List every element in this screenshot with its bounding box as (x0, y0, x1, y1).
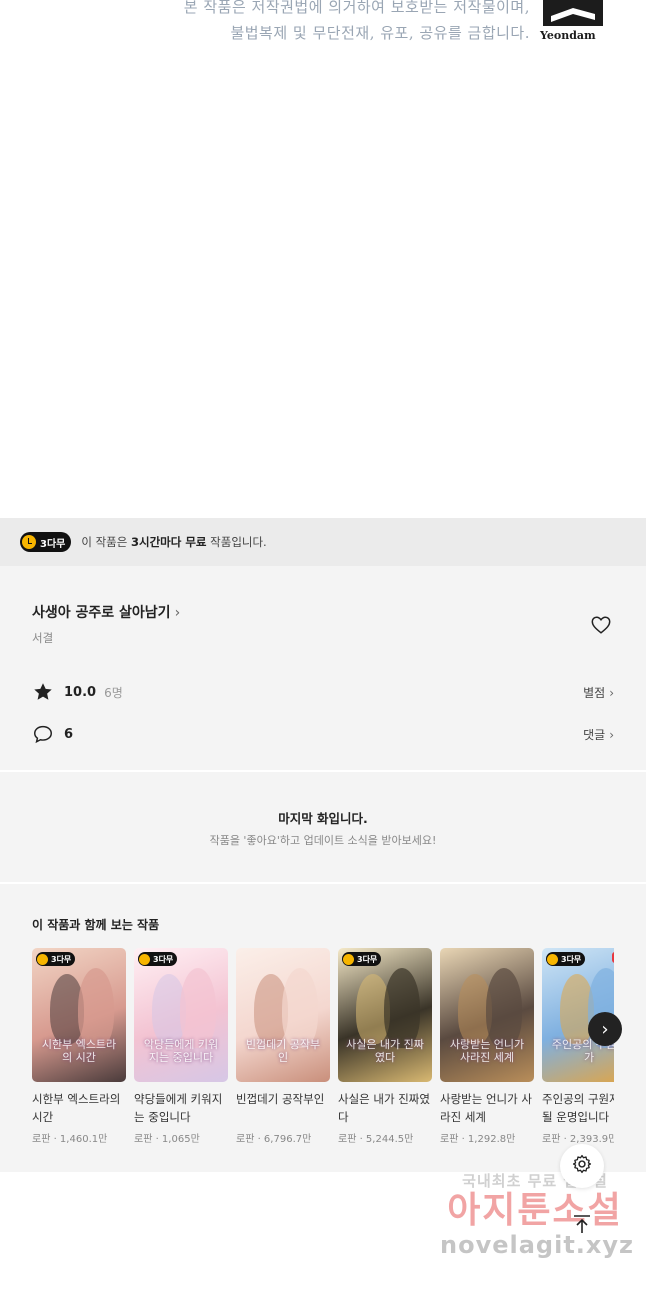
recommend-cover-image[interactable]: 3다무사실은 내가 진짜였다 (338, 948, 432, 1082)
rating-row: 10.0 6명 별점 › (32, 680, 614, 704)
recommend-meta: 로판 · 2,393.9만 (542, 1134, 614, 1145)
last-episode-heading: 마지막 화입니다. (278, 811, 368, 826)
recommend-meta: 로판 · 1,460.1만 (32, 1134, 108, 1145)
recommend-section: 이 작품과 함께 보는 작품 3다무 시한부 엑스트라의 시간 시한부 엑스트라의 … (0, 884, 646, 1172)
recommend-title[interactable]: 빈껍데기 공작부인 (236, 1090, 330, 1126)
rating-link[interactable]: 별점 › (583, 684, 614, 701)
work-title: 사생아 공주로 살아남기 (32, 605, 171, 621)
star-icon (32, 681, 54, 703)
copyright-line-2: 불법복제 및 무단전재, 유포, 공유를 금합니다. (230, 24, 530, 42)
gear-icon (571, 1153, 593, 1179)
recommend-title[interactable]: 시한부 엑스트라의 시간 (32, 1090, 126, 1126)
copyright-notice: 본 작품은 저작권법에 의거하여 보호받는 저작물이며, 불법복제 및 무단전재… (184, 0, 530, 46)
recommend-cover-image[interactable]: 사랑받는 언니가 사라진 세계 (440, 948, 534, 1082)
cover-title-art: 사랑받는 언니가 사라진 세계 (449, 1038, 525, 1064)
recommend-meta: 로판 · 6,796.7만 (236, 1134, 312, 1145)
rating-link-label: 별점 (583, 685, 606, 700)
wait-free-badge: 3다무 (36, 952, 76, 966)
wait-free-badge: 3다무 (20, 532, 72, 552)
recommend-card[interactable]: 3다무 사실은 내가 진짜였다 사실은 내가 진짜였다 로판 · 5,244.5만 (338, 948, 432, 1145)
wait-free-badge-label: 3다무 (561, 954, 582, 964)
comment-link-label: 댓글 (583, 727, 606, 742)
free-notice-post: 작품입니다. (206, 535, 267, 549)
publisher-logo-text: Yeondam (540, 29, 596, 42)
chevron-right-icon: › (609, 727, 614, 742)
watermark-line-2: 아지툰소설 (447, 1190, 623, 1231)
cover-figure (486, 968, 522, 1048)
copyright-line-1: 본 작품은 저작권법에 의거하여 보호받는 저작물이며, (183, 0, 530, 16)
watermark-line-3: novelagit.xyz (440, 1231, 635, 1259)
clock-icon (37, 953, 48, 965)
cover-figure (180, 968, 216, 1048)
last-episode-sub: 작품을 '좋아요'하고 업데이트 소식을 받아보세요! (209, 834, 437, 847)
recommend-card[interactable]: 3다무UP주인공의 구원자가주인공의 구원자가 될 운명입니다로판 · 2,39… (542, 948, 614, 1145)
like-heart-icon[interactable] (590, 614, 612, 636)
clock-icon (22, 535, 36, 549)
recommend-card[interactable]: 3다무 시한부 엑스트라의 시간 시한부 엑스트라의 시간 로판 · 1,460.1만 (32, 948, 126, 1145)
wait-free-badge: 3다무 (138, 952, 178, 966)
comment-link[interactable]: 댓글 › (583, 726, 614, 743)
publisher-logo-mark (543, 0, 603, 26)
recommend-title[interactable]: 주인공의 구원자가 될 운명입니다 (542, 1090, 614, 1126)
wait-free-badge: 3다무 (342, 952, 382, 966)
clock-icon (139, 953, 150, 965)
chevron-right-icon: › (609, 685, 614, 700)
cover-figure (78, 968, 114, 1048)
arrow-up-icon (570, 1212, 594, 1240)
recommend-cover-image[interactable]: 빈껍데기 공작부인 (236, 948, 330, 1082)
comment-count: 6 (64, 726, 74, 742)
clock-icon (343, 953, 354, 965)
recommend-carousel: 3다무 시한부 엑스트라의 시간 시한부 엑스트라의 시간 로판 · 1,460.1만… (32, 948, 614, 1158)
up-badge: UP (611, 952, 614, 963)
cover-title-art: 시한부 엑스트라의 시간 (41, 1038, 117, 1064)
publisher-logo: Yeondam (540, 0, 606, 46)
recommend-card[interactable]: 3다무악당들에게 키워지는 중입니다약당들에게 키워지는 중입니다로판 · 1,… (134, 948, 228, 1145)
wait-free-badge-label: 3다무 (51, 954, 72, 964)
work-title-link[interactable]: 사생아 공주로 살아남기 › (32, 602, 180, 622)
work-author[interactable]: 서결 (32, 630, 53, 646)
free-notice-bar: 3다무 이 작품은 3시간마다 무료 작품입니다. (0, 518, 646, 566)
carousel-next-button[interactable]: › (588, 1012, 622, 1046)
recommend-meta: 로판 · 1,065만 (134, 1134, 200, 1145)
comment-row: 6 댓글 › (32, 722, 614, 746)
speech-bubble-icon (32, 723, 54, 745)
free-notice-text: 이 작품은 3시간마다 무료 작품입니다. (81, 534, 266, 550)
recommend-card[interactable]: 사랑받는 언니가 사라진 세계 사랑받는 언니가 사라진 세계 로판 · 1,292… (440, 948, 534, 1145)
last-episode-panel: 마지막 화입니다. 작품을 '좋아요'하고 업데이트 소식을 받아보세요! (0, 772, 646, 882)
scroll-to-top-button[interactable] (568, 1212, 596, 1240)
chevron-right-icon: › (174, 605, 181, 621)
free-notice-pre: 이 작품은 (81, 535, 131, 549)
free-notice-bold: 3시간마다 무료 (131, 535, 207, 549)
watermark: 국내최초 무료 웹소설 아지툰소설 novelagit.xyz (440, 1170, 635, 1259)
recommend-title[interactable]: 약당들에게 키워지는 중입니다 (134, 1090, 228, 1126)
recommend-cover-image[interactable]: 3다무시한부 엑스트라의 시간 (32, 948, 126, 1082)
recommend-card[interactable]: 빈껍데기 공작부인 빈껍데기 공작부인 로판 · 6,796.7만 (236, 948, 330, 1145)
rating-value: 10.0 (64, 684, 97, 700)
cover-title-art: 사실은 내가 진짜였다 (346, 1038, 424, 1064)
work-info-panel: 사생아 공주로 살아남기 › 서결 10.0 6명 별점 › 6 댓글 › (0, 566, 646, 770)
wait-free-badge: 3다무 (546, 952, 586, 966)
recommend-heading: 이 작품과 함께 보는 작품 (32, 918, 160, 932)
recommend-cover-image[interactable]: 3다무악당들에게 키워지는 중입니다 (134, 948, 228, 1082)
wait-free-badge-label: 3다무 (357, 954, 378, 964)
cover-title-art: 악당들에게 키워지는 중입니다 (143, 1038, 219, 1064)
recommend-meta: 로판 · 5,244.5만 (338, 1134, 414, 1145)
chevron-right-icon: › (601, 1018, 609, 1040)
wait-free-badge-label: 3다무 (153, 954, 174, 964)
cover-figure (282, 968, 318, 1048)
rating-count: 6명 (104, 685, 123, 700)
cover-title-art: 빈껍데기 공작부인 (245, 1038, 321, 1064)
recommend-title[interactable]: 사실은 내가 진짜였다 (338, 1090, 432, 1126)
wait-free-badge-label: 3다무 (40, 538, 66, 550)
recommend-meta: 로판 · 1,292.8만 (440, 1134, 516, 1145)
clock-icon (547, 953, 558, 965)
cover-figure (384, 968, 420, 1048)
episode-bottom-area: 본 작품은 저작권법에 의거하여 보호받는 저작물이며, 불법복제 및 무단전재… (0, 0, 646, 518)
recommend-title[interactable]: 사랑받는 언니가 사라진 세계 (440, 1090, 534, 1126)
settings-button[interactable] (560, 1144, 604, 1188)
